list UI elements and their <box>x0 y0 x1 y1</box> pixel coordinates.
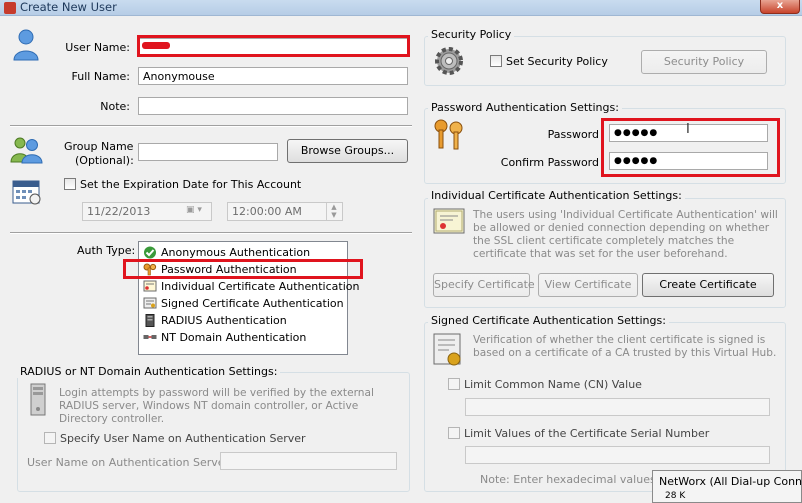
server-icon <box>145 314 155 327</box>
limit-serial-checkbox[interactable] <box>448 427 460 439</box>
password-settings-title: Password Authentication Settings: <box>428 101 622 114</box>
username-highlight <box>137 35 410 57</box>
auth-option-label: Signed Certificate Authentication <box>161 297 344 310</box>
limit-serial-input[interactable] <box>465 446 770 464</box>
close-button[interactable]: x <box>760 0 800 14</box>
password-highlight <box>601 118 780 177</box>
security-policy-button[interactable]: Security Policy <box>641 50 767 74</box>
signed-certificate-icon <box>143 297 157 309</box>
limit-cn-label: Limit Common Name (CN) Value <box>464 378 642 391</box>
signed-cert-description: Verification of whether the client certi… <box>473 334 777 359</box>
fullname-input[interactable]: Anonymouse <box>138 67 408 85</box>
create-certificate-button[interactable]: Create Certificate <box>642 273 774 297</box>
limit-cn-input[interactable] <box>465 398 770 416</box>
auth-option-signed-cert[interactable]: Signed Certificate Authentication <box>139 295 347 312</box>
keys-icon <box>432 117 468 156</box>
title-bar: Create New User x <box>0 0 802 16</box>
individual-cert-description: The users using 'Individual Certificate … <box>473 209 778 260</box>
auth-option-nt-domain[interactable]: NT Domain Authentication <box>139 329 347 346</box>
hex-note: Note: Enter hexadecimal values. (E <box>480 473 674 486</box>
group-name-label: Group Name <box>64 140 134 153</box>
server-username-input[interactable] <box>220 452 397 470</box>
limit-serial-label: Limit Values of the Certificate Serial N… <box>464 427 710 440</box>
specify-server-username-label: Specify User Name on Authentication Serv… <box>60 432 306 445</box>
signed-cert-title: Signed Certificate Authentication Settin… <box>428 314 669 327</box>
auth-type-label: Auth Type: <box>77 244 136 257</box>
signed-certificate-icon <box>433 333 465 372</box>
fullname-label: Full Name: <box>71 70 130 83</box>
auth-option-label: NT Domain Authentication <box>161 331 307 344</box>
confirm-password-label: Confirm Password <box>500 156 599 169</box>
limit-cn-checkbox[interactable] <box>448 378 460 390</box>
auth-option-individual-cert[interactable]: Individual Certificate Authentication <box>139 278 359 295</box>
date-dropdown-icon[interactable]: ▣ ▾ <box>186 205 208 218</box>
check-icon <box>144 246 156 259</box>
network-icon <box>143 335 157 339</box>
window-title: Create New User <box>20 0 117 14</box>
radius-settings-title: RADIUS or NT Domain Authentication Setti… <box>17 365 281 378</box>
auth-option-label: Individual Certificate Authentication <box>161 280 360 293</box>
username-label: User Name: <box>65 41 130 54</box>
expiration-label: Set the Expiration Date for This Account <box>80 178 302 191</box>
note-input[interactable] <box>138 97 408 115</box>
note-label: Note: <box>100 100 130 113</box>
server-icon <box>27 383 49 420</box>
group-name-input[interactable] <box>138 143 278 161</box>
expiration-checkbox[interactable] <box>64 178 76 190</box>
server-username-label: User Name on Authentication Server: <box>27 456 233 469</box>
certificate-icon <box>433 208 465 237</box>
app-icon <box>4 2 16 14</box>
user-icon <box>12 28 40 65</box>
individual-cert-title: Individual Certificate Authentication Se… <box>428 189 685 202</box>
auth-option-label: Anonymous Authentication <box>161 246 311 259</box>
auth-option-label: RADIUS Authentication <box>161 314 287 327</box>
radius-description: Login attempts by password will be verif… <box>59 387 374 425</box>
time-spinner[interactable]: ▲ ▼ <box>326 203 341 220</box>
divider <box>10 125 412 127</box>
divider-2 <box>10 232 412 234</box>
specify-server-username-checkbox[interactable] <box>44 432 56 444</box>
networx-rate: 28 K <box>665 491 686 501</box>
expiration-date-value: 11/22/2013 <box>87 205 151 218</box>
calendar-icon <box>11 176 41 209</box>
specify-certificate-button[interactable]: Specify Certificate <box>433 273 535 297</box>
security-policy-title: Security Policy <box>428 28 515 41</box>
auth-option-radius[interactable]: RADIUS Authentication <box>139 312 347 329</box>
view-certificate-button[interactable]: View Certificate <box>538 273 638 297</box>
networx-popup[interactable]: NetWorx (All Dial-up Conn 28 K <box>652 470 802 503</box>
networx-title: NetWorx (All Dial-up Conn <box>659 475 802 488</box>
password-label: Password <box>547 128 599 141</box>
group-optional-label: (Optional): <box>75 154 134 167</box>
certificate-icon <box>143 280 157 292</box>
set-security-policy-label: Set Security Policy <box>506 55 608 68</box>
gear-icon <box>432 44 466 81</box>
browse-groups-button[interactable]: Browse Groups... <box>287 139 408 163</box>
auth-option-highlight <box>123 259 363 279</box>
group-icon <box>10 136 44 167</box>
expiration-time-value: 12:00:00 AM <box>232 205 302 218</box>
set-security-policy-checkbox[interactable] <box>490 55 502 67</box>
